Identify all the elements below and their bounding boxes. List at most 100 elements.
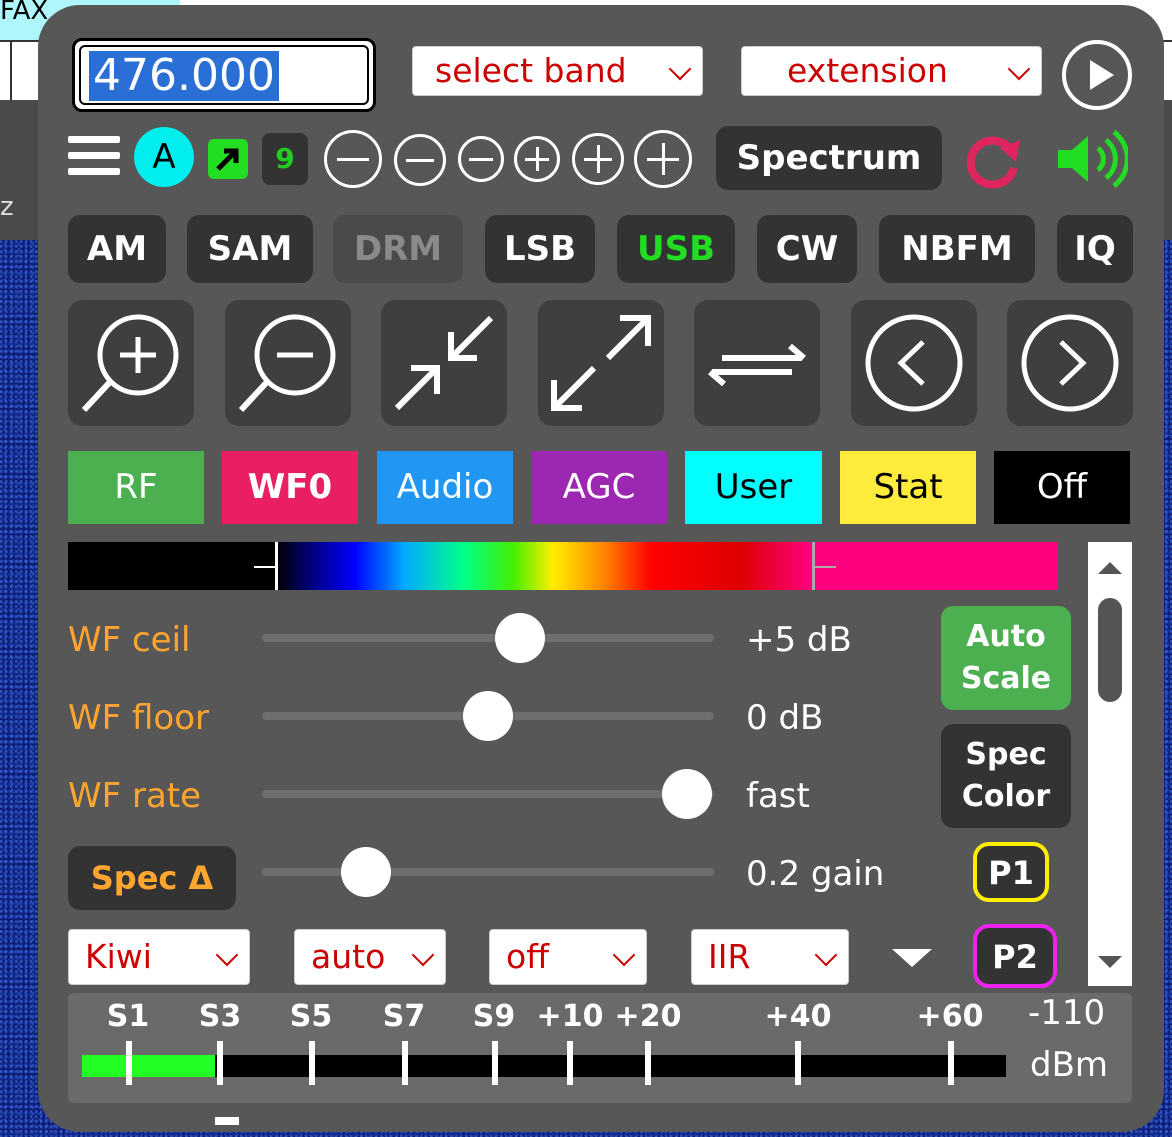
mode-select-label: auto	[311, 937, 386, 976]
filter-toggle-select[interactable]: off	[489, 929, 647, 985]
colormap-ceil-tick	[814, 566, 836, 568]
divider	[10, 40, 12, 100]
mode-select[interactable]: auto	[294, 929, 446, 985]
frequency-input[interactable]: 476.000	[72, 38, 376, 112]
mode-cw-button[interactable]: CW	[757, 215, 857, 283]
user-avatar[interactable]: A	[134, 127, 194, 187]
zoom-max-out-button[interactable]	[538, 300, 664, 426]
scroll-up-icon[interactable]	[1098, 562, 1122, 574]
filter-type-label: IIR	[708, 937, 751, 976]
zoom-out-max-icon[interactable]	[324, 130, 382, 188]
smeter-tick	[567, 1041, 573, 1085]
tab-rf[interactable]: RF	[68, 451, 204, 524]
zoom-out-button[interactable]	[225, 300, 351, 426]
wf-ceil-label: WF ceil	[68, 620, 191, 660]
zoom-to-band-button[interactable]	[381, 300, 507, 426]
external-link-icon[interactable]	[208, 139, 248, 179]
spectrum-button[interactable]: Spectrum	[716, 126, 942, 190]
chevron-down-icon	[668, 57, 692, 81]
spec-color-button[interactable]: Spec Color	[941, 724, 1071, 828]
spec-delta-button[interactable]: Spec Δ	[68, 846, 236, 910]
wf-floor-knob[interactable]	[463, 691, 513, 741]
zoom-in-magnifier-icon	[81, 314, 179, 413]
filter-type-select[interactable]: IIR	[691, 929, 849, 985]
extension-select[interactable]: extension	[741, 46, 1042, 96]
pan-left-button[interactable]	[851, 300, 977, 426]
tab-wf0[interactable]: WF0	[222, 451, 358, 524]
play-icon	[1090, 60, 1114, 90]
mode-drm-button[interactable]: DRM	[333, 215, 463, 283]
smeter-label: S9	[472, 999, 516, 1034]
count-badge[interactable]: 9	[262, 133, 308, 185]
wf-rate-knob[interactable]	[661, 769, 712, 819]
mode-nbfm-button[interactable]: NBFM	[879, 215, 1035, 283]
swap-button[interactable]	[694, 300, 820, 426]
chevron-down-icon	[1007, 57, 1031, 81]
wf-rate-slider[interactable]	[262, 769, 714, 819]
wf-ceil-slider[interactable]	[262, 613, 714, 663]
extension-select-label: extension	[787, 51, 948, 90]
triangle-down-icon[interactable]	[892, 949, 932, 967]
mode-usb-button[interactable]: USB	[617, 215, 735, 283]
tab-audio[interactable]: Audio	[377, 451, 513, 524]
zoom-in-1-icon[interactable]	[514, 136, 560, 182]
mode-sam-button[interactable]: SAM	[187, 215, 313, 283]
play-button[interactable]	[1062, 40, 1132, 110]
tab-user[interactable]: User	[685, 451, 822, 524]
chevron-right-circle-icon	[1021, 314, 1119, 412]
spec-delta-slider[interactable]	[262, 847, 714, 897]
zoom-in-10-icon[interactable]	[572, 133, 624, 185]
preset-p2-button[interactable]: P2	[973, 924, 1057, 988]
tab-agc[interactable]: AGC	[531, 451, 667, 524]
smeter-tick	[645, 1041, 651, 1085]
s-meter: S1 S3 S5 S7 S9 +10 +20 +40 +60 -110 dBm	[68, 993, 1132, 1125]
zoom-in-button[interactable]	[68, 300, 194, 426]
mode-iq-button[interactable]: IQ	[1057, 215, 1133, 283]
pan-right-button[interactable]	[1007, 300, 1133, 426]
panel-scrollbar[interactable]	[1088, 542, 1132, 986]
mode-am-button[interactable]: AM	[68, 215, 166, 283]
shrink-arrows-icon	[394, 315, 494, 411]
smeter-label: S1	[106, 999, 150, 1034]
chevron-down-icon	[411, 943, 435, 967]
fax-label: FAX	[0, 0, 49, 26]
smeter-reading: -110	[1028, 993, 1106, 1033]
smeter-label: S7	[382, 999, 426, 1034]
smeter-unit: dBm	[1030, 1045, 1109, 1085]
source-select-label: Kiwi	[85, 937, 152, 976]
wf-ceil-value: +5 dB	[746, 620, 852, 660]
wf-floor-slider[interactable]	[262, 691, 714, 741]
smeter-tick	[217, 1041, 223, 1085]
chevron-down-icon	[612, 943, 636, 967]
smeter-label: +60	[916, 999, 984, 1034]
smeter-label: S5	[289, 999, 333, 1034]
zoom-in-max-icon[interactable]	[634, 130, 692, 188]
refresh-icon[interactable]	[964, 130, 1024, 194]
spec-delta-knob[interactable]	[340, 847, 391, 897]
menu-icon[interactable]	[68, 136, 120, 180]
zoom-out-magnifier-icon	[238, 314, 336, 413]
waterfall-colormap[interactable]	[68, 542, 1058, 590]
swap-arrows-icon	[708, 343, 806, 387]
tab-stat[interactable]: Stat	[840, 451, 976, 524]
auto-scale-button[interactable]: Auto Scale	[941, 606, 1071, 710]
smeter-tick	[126, 1041, 132, 1085]
chevron-down-icon	[814, 943, 838, 967]
zoom-out-10-icon[interactable]	[394, 134, 446, 186]
smeter-level-fill	[82, 1055, 216, 1077]
speaker-icon[interactable]	[1054, 128, 1130, 194]
scale-label: z	[0, 192, 14, 222]
scroll-down-icon[interactable]	[1098, 956, 1122, 968]
wf-ceil-knob[interactable]	[494, 613, 545, 663]
smeter-tick	[402, 1041, 408, 1085]
mode-lsb-button[interactable]: LSB	[485, 215, 595, 283]
source-select[interactable]: Kiwi	[68, 929, 250, 985]
zoom-out-1-icon[interactable]	[458, 136, 504, 182]
tab-off[interactable]: Off	[994, 451, 1130, 524]
frequency-value: 476.000	[89, 51, 279, 101]
preset-p1-button[interactable]: P1	[973, 842, 1049, 902]
smeter-tick	[309, 1041, 315, 1085]
band-select[interactable]: select band	[412, 46, 703, 96]
scroll-thumb[interactable]	[1098, 598, 1122, 702]
band-select-label: select band	[435, 51, 627, 90]
